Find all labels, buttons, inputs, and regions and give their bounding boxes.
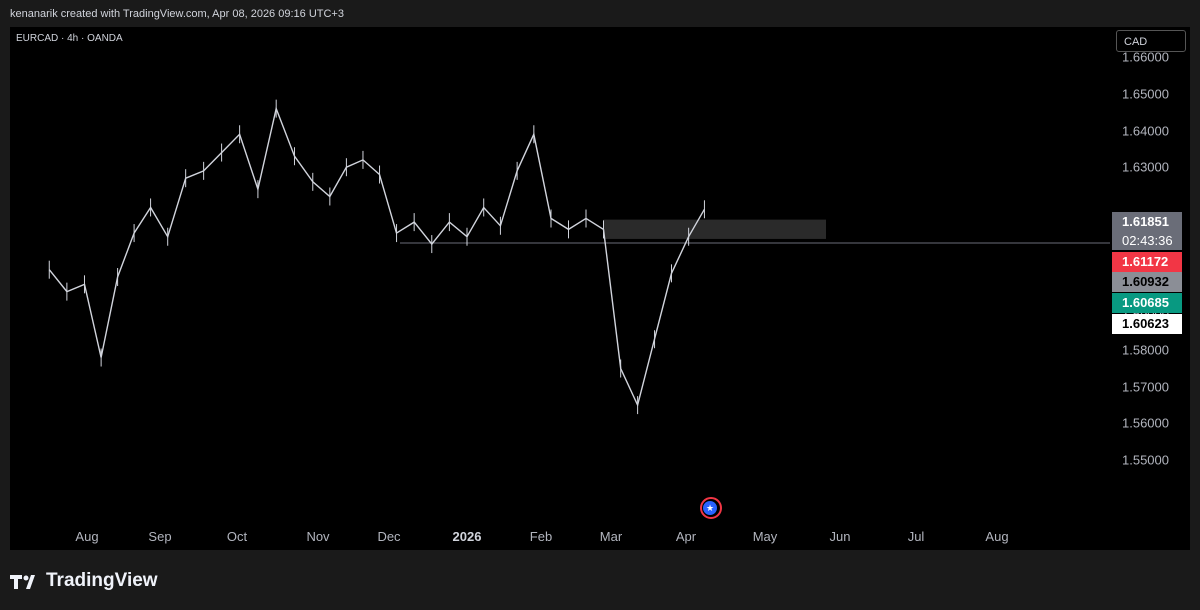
price-badge: 1.61172	[1112, 252, 1182, 272]
time-tick-label: Jun	[829, 529, 851, 544]
event-marker-icon[interactable]: ★	[699, 496, 723, 520]
time-tick-label: Sep	[148, 529, 172, 544]
time-tick-label: Aug	[75, 529, 99, 544]
time-tick-label: Oct	[226, 529, 248, 544]
brand-name: TradingView	[46, 570, 158, 591]
price-tick-label: 1.58000	[1122, 342, 1169, 358]
price-badge-value: 1.60932	[1122, 274, 1169, 289]
time-tick-label: Aug	[985, 529, 1009, 544]
price-badge: 1.60623	[1112, 314, 1182, 334]
price-tick-label: 1.55000	[1122, 452, 1169, 468]
time-tick-label: Nov	[306, 529, 330, 544]
svg-text:★: ★	[706, 504, 714, 514]
price-badge-value: 1.61851	[1122, 214, 1169, 229]
currency-button[interactable]: CAD	[1116, 30, 1186, 52]
price-tick-label: 1.65000	[1122, 86, 1169, 102]
price-tick-label: 1.56000	[1122, 415, 1169, 431]
price-tick-label: 1.66000	[1122, 49, 1169, 65]
price-badge-value: 1.60685	[1122, 295, 1169, 310]
chart-area[interactable]	[10, 27, 1110, 525]
price-badge: 1.60685	[1112, 293, 1182, 313]
price-badge-value: 1.61172	[1122, 254, 1169, 269]
time-tick-label: Dec	[377, 529, 401, 544]
attribution-text: kenanarik created with TradingView.com, …	[10, 8, 344, 20]
time-tick-label: Feb	[529, 529, 553, 544]
price-badge: 1.61851 02:43:36	[1112, 212, 1182, 250]
tradingview-logo-icon	[10, 575, 35, 589]
price-tick-label: 1.64000	[1122, 123, 1169, 139]
price-tick-label: 1.57000	[1122, 379, 1169, 395]
tradingview-logo[interactable]: TradingView	[10, 570, 158, 592]
price-tick-label: 1.63000	[1122, 159, 1169, 175]
time-tick-label: Jul	[907, 529, 925, 544]
price-badge-value: 1.60623	[1122, 316, 1169, 331]
time-tick-label: May	[752, 529, 778, 544]
price-badge: 1.60932	[1112, 272, 1182, 292]
price-badge-countdown: 02:43:36	[1122, 233, 1173, 248]
time-tick-label: Mar	[599, 529, 623, 544]
time-tick-label: Apr	[675, 529, 697, 544]
symbol-info: EURCAD · 4h · OANDA	[16, 33, 123, 44]
time-tick-label: 2026	[452, 529, 482, 544]
